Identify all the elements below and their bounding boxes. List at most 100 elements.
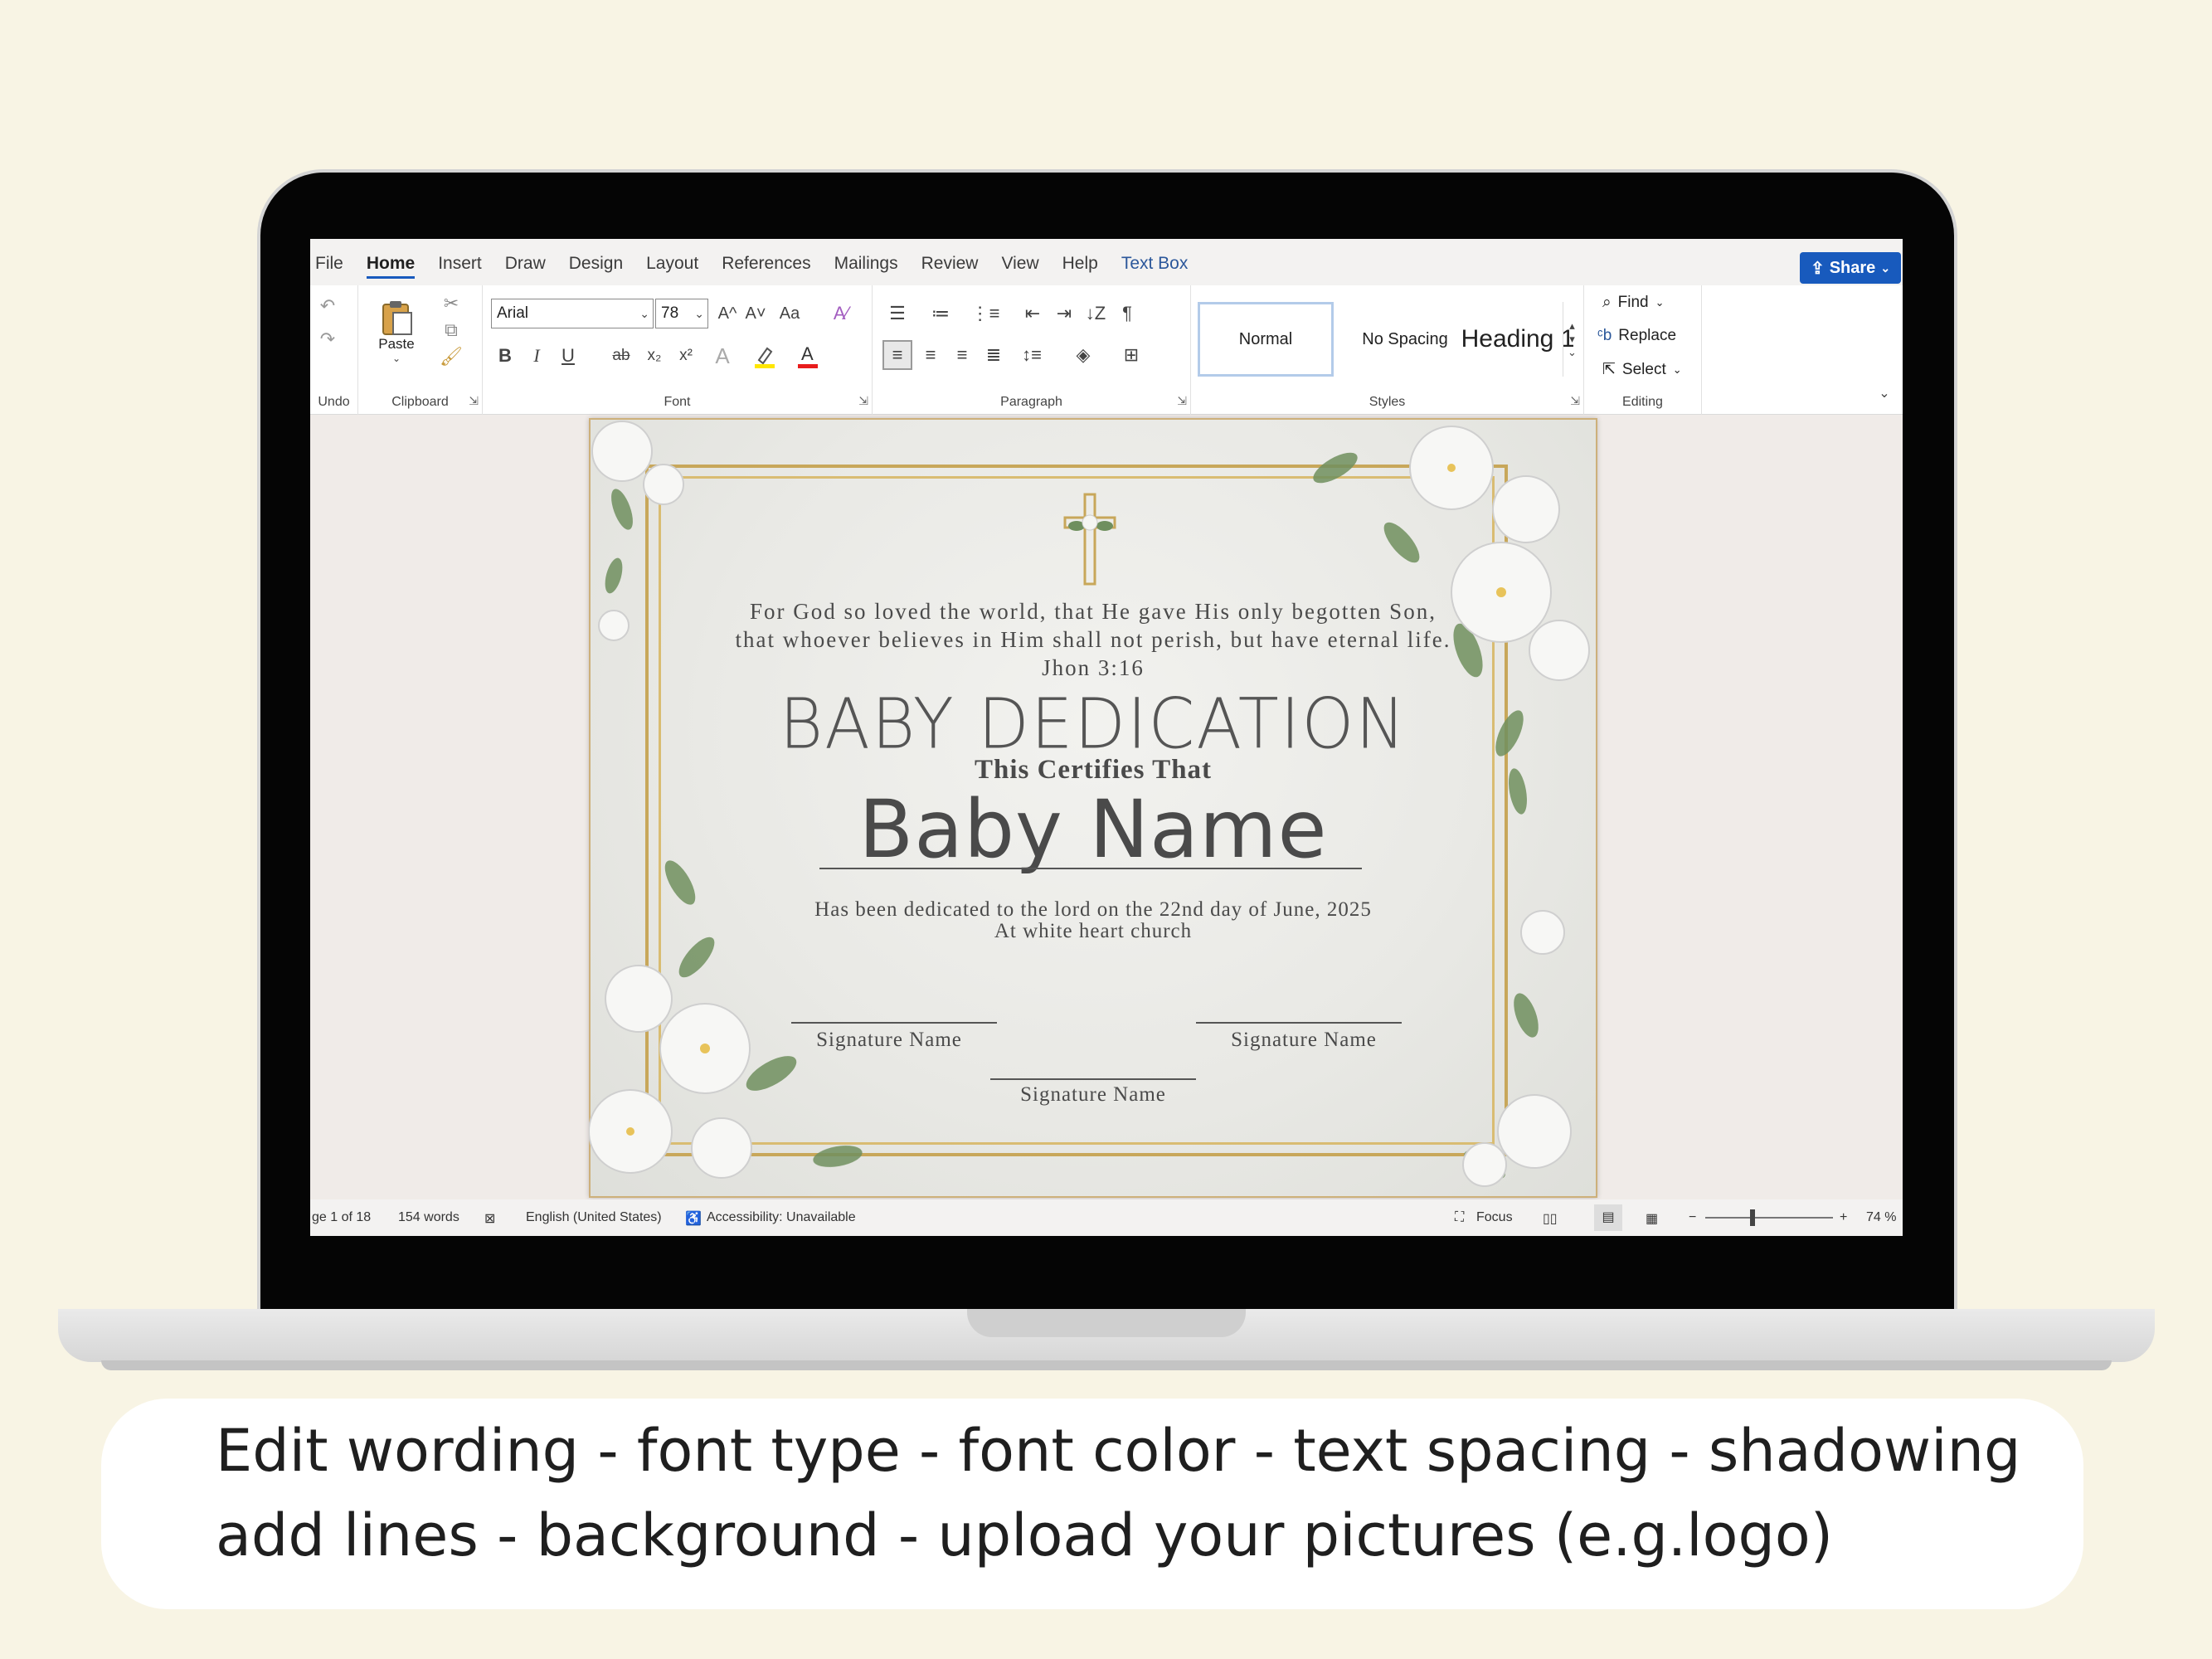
zoom-slider-thumb[interactable] — [1750, 1209, 1755, 1226]
cut-icon[interactable]: ✂ — [440, 292, 463, 315]
italic-button[interactable]: I — [524, 342, 549, 370]
shrink-font-button[interactable]: A˅ — [743, 299, 768, 328]
dedication-details[interactable]: Has been dedicated to the lord on the 22… — [589, 899, 1597, 942]
style-normal[interactable]: Normal — [1198, 302, 1334, 377]
increase-indent-icon[interactable]: ⇥ — [1050, 299, 1078, 328]
laptop-base-shadow — [101, 1360, 2112, 1370]
undo-icon[interactable]: ↶ — [315, 294, 340, 319]
accessibility-status[interactable]: Accessibility: Unavailable — [707, 1210, 856, 1225]
web-layout-icon[interactable]: ▦ — [1646, 1210, 1658, 1227]
certifies-text[interactable]: This Certifies That — [589, 755, 1597, 786]
signature-name-right[interactable]: Signature Name — [1196, 1029, 1412, 1052]
caption-line-1: Edit wording - font type - font color - … — [216, 1417, 2021, 1485]
select-button[interactable]: ⇱ Select ⌄ — [1602, 360, 1682, 379]
sort-icon[interactable]: ↓Z — [1082, 299, 1110, 328]
signature-name-left[interactable]: Signature Name — [781, 1029, 997, 1052]
print-layout-icon[interactable]: ▤ — [1594, 1204, 1622, 1231]
format-painter-icon[interactable]: 🖌 — [440, 345, 463, 368]
shading-icon[interactable]: ◈ — [1065, 340, 1101, 370]
find-button[interactable]: ⌕ Find ⌄ — [1602, 294, 1665, 312]
certificate-title[interactable]: BABY DEDICATION — [589, 684, 1597, 765]
copy-icon[interactable]: ⧉ — [440, 319, 463, 342]
tab-design[interactable]: Design — [569, 239, 623, 285]
align-center-icon[interactable]: ≡ — [916, 340, 946, 370]
numbering-icon[interactable]: ≔ — [924, 299, 957, 328]
tab-text-box[interactable]: Text Box — [1121, 239, 1189, 285]
page-count[interactable]: ge 1 of 18 — [312, 1210, 371, 1225]
accessibility-icon[interactable]: ♿ — [685, 1210, 702, 1227]
justify-icon[interactable]: ≣ — [979, 340, 1009, 370]
tab-file[interactable]: File — [315, 239, 343, 285]
proofing-icon[interactable]: ⊠ — [484, 1210, 495, 1227]
editing-group-label: Editing — [1622, 395, 1663, 409]
share-icon: ⇪ — [1810, 259, 1825, 278]
paste-button[interactable]: Paste ⌄ — [370, 290, 423, 373]
font-name-combo[interactable]: Arial ⌄ — [491, 299, 654, 328]
word-count[interactable]: 154 words — [398, 1210, 459, 1225]
show-marks-icon[interactable]: ¶ — [1113, 299, 1141, 328]
share-button[interactable]: ⇪ Share ⌄ — [1800, 252, 1901, 284]
redo-icon[interactable]: ↷ — [315, 327, 340, 352]
highlight-color-button[interactable] — [748, 342, 781, 370]
dialog-launcher-icon[interactable]: ⇲ — [1177, 394, 1187, 408]
line-spacing-icon[interactable]: ↕≡ — [1014, 340, 1050, 370]
chevron-down-icon: ⌄ — [1655, 296, 1665, 309]
borders-icon[interactable]: ⊞ — [1113, 340, 1150, 370]
signature-line — [791, 1022, 997, 1024]
decrease-indent-icon[interactable]: ⇤ — [1018, 299, 1047, 328]
font-size-combo[interactable]: 78 ⌄ — [655, 299, 708, 328]
baby-name[interactable]: Baby Name — [589, 783, 1597, 876]
strikethrough-button[interactable]: ab — [607, 342, 635, 370]
clipboard-group-label: Clipboard — [391, 395, 449, 409]
clear-formatting-icon[interactable]: A⁄ — [826, 299, 856, 328]
read-mode-icon[interactable]: ▯▯ — [1543, 1210, 1558, 1227]
tab-home[interactable]: Home — [366, 239, 416, 285]
signature-name-center[interactable]: Signature Name — [985, 1083, 1201, 1107]
focus-icon[interactable]: ⛶ — [1455, 1210, 1464, 1225]
bible-verse[interactable]: For God so loved the world, that He gave… — [589, 597, 1597, 682]
dialog-launcher-icon[interactable]: ⇲ — [1570, 394, 1580, 408]
bold-button[interactable]: B — [493, 342, 518, 370]
dialog-launcher-icon[interactable]: ⇲ — [469, 394, 479, 408]
ribbon: ↶ ↷ Undo Paste ⌄ ✂ ⧉ 🖌 Clipboard ⇲ Arial… — [310, 285, 1903, 415]
paste-icon — [382, 301, 412, 335]
ribbon-collapse-icon[interactable]: ⌄ — [1874, 383, 1894, 403]
find-icon: ⌕ — [1602, 294, 1612, 311]
tab-review[interactable]: Review — [921, 239, 979, 285]
style-no-spacing[interactable]: No Spacing — [1337, 302, 1473, 377]
superscript-button[interactable]: x² — [672, 342, 700, 370]
replace-button[interactable]: ᶜb Replace — [1597, 327, 1676, 345]
font-size-value: 78 — [661, 304, 679, 322]
dedication-date: Has been dedicated to the lord on the 22… — [814, 898, 1372, 921]
bullets-icon[interactable]: ☰ — [881, 299, 914, 328]
text-effects-icon[interactable]: A — [708, 342, 737, 370]
zoom-slider[interactable] — [1705, 1217, 1833, 1219]
subscript-button[interactable]: x₂ — [640, 342, 668, 370]
change-case-button[interactable]: Aa — [773, 299, 806, 328]
tab-draw[interactable]: Draw — [505, 239, 546, 285]
tab-insert[interactable]: Insert — [438, 239, 482, 285]
font-group-label: Font — [664, 395, 691, 409]
font-color-button[interactable]: A — [791, 342, 824, 370]
tab-mailings[interactable]: Mailings — [834, 239, 898, 285]
dialog-launcher-icon[interactable]: ⇲ — [858, 394, 868, 408]
align-right-icon[interactable]: ≡ — [947, 340, 977, 370]
tab-references[interactable]: References — [722, 239, 810, 285]
language[interactable]: English (United States) — [526, 1210, 662, 1225]
grow-font-button[interactable]: A^ — [715, 299, 740, 328]
chevron-down-icon: ⌄ — [694, 307, 704, 320]
tab-view[interactable]: View — [1001, 239, 1038, 285]
underline-button[interactable]: U — [556, 342, 581, 370]
tab-layout[interactable]: Layout — [646, 239, 698, 285]
style-heading-1[interactable]: Heading 1 — [1461, 302, 1575, 377]
replace-label: Replace — [1618, 327, 1677, 344]
laptop-notch — [967, 1309, 1246, 1337]
tab-help[interactable]: Help — [1062, 239, 1098, 285]
zoom-level[interactable]: 74 % — [1866, 1210, 1896, 1225]
zoom-out-icon[interactable]: − — [1689, 1210, 1696, 1225]
focus-label[interactable]: Focus — [1476, 1210, 1513, 1225]
styles-gallery-scroll[interactable]: ▴ ▾ ⌄ — [1563, 302, 1581, 377]
align-left-icon[interactable]: ≡ — [882, 340, 912, 370]
zoom-in-icon[interactable]: + — [1840, 1210, 1847, 1225]
multilevel-list-icon[interactable]: ⋮≡ — [969, 299, 1002, 328]
